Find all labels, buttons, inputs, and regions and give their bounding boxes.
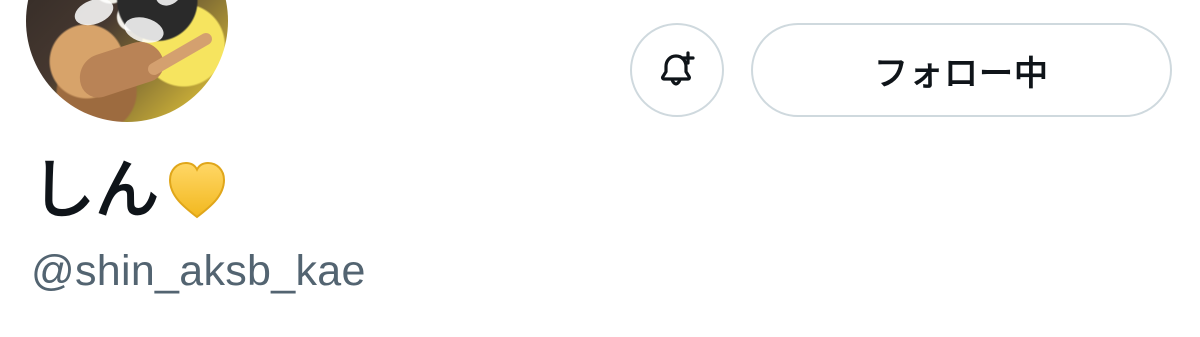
avatar[interactable]: [26, 0, 228, 122]
yellow-heart-icon: [168, 161, 226, 219]
display-name: しん: [31, 154, 231, 226]
following-button[interactable]: フォロー中: [751, 23, 1172, 117]
bell-plus-icon: [660, 51, 695, 86]
display-name-text: しん: [31, 154, 159, 226]
following-button-label: フォロー中: [874, 54, 1049, 93]
avatar-pattern-flower: [71, 0, 117, 31]
avatar-pattern-flower: [149, 0, 189, 12]
user-handle: @shin_aksb_kae: [31, 247, 366, 295]
notification-button[interactable]: [630, 23, 724, 117]
